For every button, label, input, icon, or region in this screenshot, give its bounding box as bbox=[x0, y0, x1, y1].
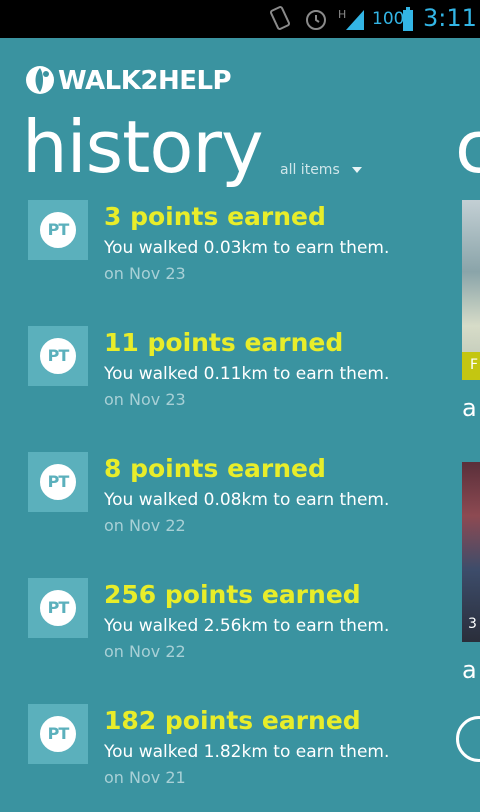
points-earned: 3 points earned bbox=[104, 202, 326, 231]
points-earned: 8 points earned bbox=[104, 454, 326, 483]
filter-label: all items bbox=[280, 162, 340, 178]
history-item[interactable]: PT 182 points earned You walked 1.82km t… bbox=[28, 702, 428, 812]
walk-description: You walked 0.08km to earn them. bbox=[104, 490, 390, 510]
earned-date: on Nov 21 bbox=[104, 768, 186, 787]
earned-date: on Nov 23 bbox=[104, 264, 186, 283]
points-earned: 256 points earned bbox=[104, 580, 361, 609]
points-badge-icon: PT bbox=[28, 200, 88, 260]
battery-level: 100 bbox=[372, 9, 405, 29]
peek-card-badge: 3 bbox=[468, 616, 477, 632]
earned-date: on Nov 22 bbox=[104, 642, 186, 661]
history-item[interactable]: PT 256 points earned You walked 2.56km t… bbox=[28, 576, 428, 686]
walk-description: You walked 0.11km to earn them. bbox=[104, 364, 390, 384]
points-badge-icon: PT bbox=[28, 452, 88, 512]
logo-text: WALK2HELP bbox=[58, 66, 232, 96]
dropdown-triangle-icon bbox=[351, 167, 362, 173]
filter-dropdown[interactable]: all items bbox=[280, 162, 362, 178]
megaphone-button-icon[interactable] bbox=[456, 716, 480, 762]
points-badge-icon: PT bbox=[28, 326, 88, 386]
status-bar: H 100 3:11 bbox=[0, 0, 480, 38]
history-item[interactable]: PT 3 points earned You walked 0.03km to … bbox=[28, 198, 428, 308]
alarm-icon bbox=[304, 6, 328, 36]
peek-card-image[interactable]: 3 bbox=[462, 462, 480, 642]
vibrate-icon bbox=[268, 6, 292, 36]
peek-card-caption: a bbox=[462, 394, 477, 422]
walk-description: You walked 1.82km to earn them. bbox=[104, 742, 390, 762]
walk2help-logo-icon bbox=[24, 64, 56, 100]
walk-description: You walked 0.03km to earn them. bbox=[104, 238, 390, 258]
signal-icon: H bbox=[338, 6, 366, 36]
peek-card-badge: F bbox=[470, 357, 479, 373]
history-item[interactable]: PT 11 points earned You walked 0.11km to… bbox=[28, 324, 428, 434]
earned-date: on Nov 23 bbox=[104, 390, 186, 409]
next-panel-title[interactable]: c bbox=[455, 105, 480, 189]
earned-date: on Nov 22 bbox=[104, 516, 186, 535]
points-badge-icon: PT bbox=[28, 704, 88, 764]
points-badge-icon: PT bbox=[28, 578, 88, 638]
network-type-label: H bbox=[338, 8, 346, 21]
points-earned: 182 points earned bbox=[104, 706, 361, 735]
battery-icon bbox=[403, 7, 413, 35]
page-title: history bbox=[22, 105, 264, 189]
history-item[interactable]: PT 8 points earned You walked 0.08km to … bbox=[28, 450, 428, 560]
walk-description: You walked 2.56km to earn them. bbox=[104, 616, 390, 636]
peek-card-image[interactable]: F bbox=[462, 200, 480, 380]
points-earned: 11 points earned bbox=[104, 328, 344, 357]
peek-card-caption: a bbox=[462, 656, 477, 684]
clock: 3:11 bbox=[423, 4, 477, 32]
